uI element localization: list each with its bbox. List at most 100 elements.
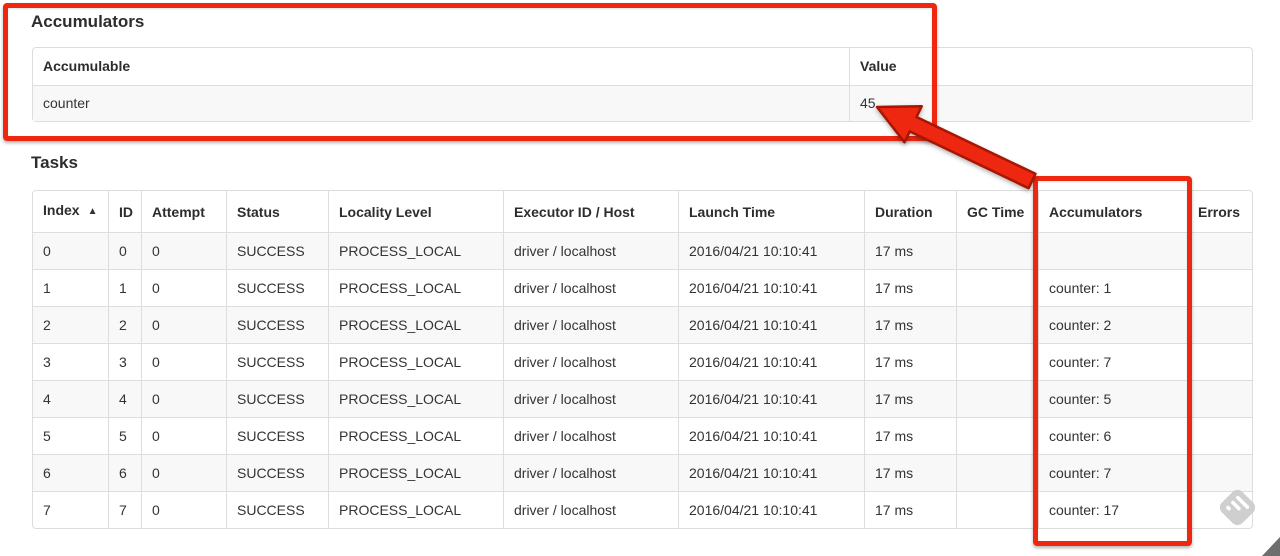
cell-errors (1187, 269, 1252, 306)
cell-index: 0 (33, 232, 108, 269)
cell-id: 3 (108, 343, 141, 380)
cell-gc-time (956, 232, 1038, 269)
cell-accumulators: counter: 7 (1038, 343, 1187, 380)
cell-launch-time: 2016/04/21 10:10:41 (678, 491, 864, 528)
cell-status: SUCCESS (226, 417, 328, 454)
cell-accumulators: counter: 6 (1038, 417, 1187, 454)
cell-duration: 17 ms (864, 269, 956, 306)
cell-locality-level: PROCESS_LOCAL (328, 269, 503, 306)
cell-executor-id-host: driver / localhost (503, 454, 678, 491)
cell-executor-id-host: driver / localhost (503, 343, 678, 380)
column-header-value[interactable]: Value (849, 48, 1252, 85)
cell-duration: 17 ms (864, 380, 956, 417)
cell-index: 2 (33, 306, 108, 343)
cell-gc-time (956, 380, 1038, 417)
cell-accumulators: counter: 1 (1038, 269, 1187, 306)
column-header-accumulable[interactable]: Accumulable (33, 48, 849, 85)
cell-errors (1187, 232, 1252, 269)
cell-gc-time (956, 306, 1038, 343)
cell-locality-level: PROCESS_LOCAL (328, 306, 503, 343)
cell-launch-time: 2016/04/21 10:10:41 (678, 306, 864, 343)
column-header-index[interactable]: Index ▲ (33, 191, 108, 232)
cell-errors (1187, 306, 1252, 343)
cell-duration: 17 ms (864, 343, 956, 380)
cell-duration: 17 ms (864, 454, 956, 491)
cell-errors (1187, 491, 1252, 528)
column-header-executor-id-host[interactable]: Executor ID / Host (503, 191, 678, 232)
task-row: 1 1 0 SUCCESS PROCESS_LOCAL driver / loc… (33, 269, 1252, 306)
cell-locality-level: PROCESS_LOCAL (328, 491, 503, 528)
cell-accumulable: counter (33, 85, 849, 121)
column-header-errors[interactable]: Errors (1187, 191, 1252, 232)
cell-launch-time: 2016/04/21 10:10:41 (678, 380, 864, 417)
cell-gc-time (956, 454, 1038, 491)
cell-attempt: 0 (141, 269, 226, 306)
cell-errors (1187, 417, 1252, 454)
cell-locality-level: PROCESS_LOCAL (328, 232, 503, 269)
cell-attempt: 0 (141, 380, 226, 417)
cell-index: 4 (33, 380, 108, 417)
cell-executor-id-host: driver / localhost (503, 491, 678, 528)
accumulator-row: counter 45 (33, 85, 1252, 121)
task-row: 4 4 0 SUCCESS PROCESS_LOCAL driver / loc… (33, 380, 1252, 417)
accumulators-table: Accumulable Value counter 45 (32, 47, 1253, 122)
cell-executor-id-host: driver / localhost (503, 417, 678, 454)
sort-ascending-icon: ▲ (87, 206, 98, 217)
column-header-launch-time[interactable]: Launch Time (678, 191, 864, 232)
tasks-table: Index ▲ ID Attempt Status Locality Level … (32, 190, 1253, 529)
column-header-status[interactable]: Status (226, 191, 328, 232)
cell-duration: 17 ms (864, 491, 956, 528)
cell-duration: 17 ms (864, 306, 956, 343)
task-row: 0 0 0 SUCCESS PROCESS_LOCAL driver / loc… (33, 232, 1252, 269)
column-header-locality-level[interactable]: Locality Level (328, 191, 503, 232)
task-row: 7 7 0 SUCCESS PROCESS_LOCAL driver / loc… (33, 491, 1252, 528)
cell-index: 5 (33, 417, 108, 454)
cell-status: SUCCESS (226, 491, 328, 528)
cell-id: 0 (108, 232, 141, 269)
column-header-id[interactable]: ID (108, 191, 141, 232)
cell-errors (1187, 454, 1252, 491)
cell-id: 4 (108, 380, 141, 417)
task-row: 5 5 0 SUCCESS PROCESS_LOCAL driver / loc… (33, 417, 1252, 454)
cell-attempt: 0 (141, 343, 226, 380)
cell-status: SUCCESS (226, 343, 328, 380)
accumulators-section-title: Accumulators (31, 12, 145, 31)
cell-duration: 17 ms (864, 417, 956, 454)
cell-executor-id-host: driver / localhost (503, 380, 678, 417)
cell-accumulators: counter: 7 (1038, 454, 1187, 491)
cell-status: SUCCESS (226, 380, 328, 417)
cell-locality-level: PROCESS_LOCAL (328, 417, 503, 454)
cell-launch-time: 2016/04/21 10:10:41 (678, 232, 864, 269)
cell-status: SUCCESS (226, 269, 328, 306)
cell-locality-level: PROCESS_LOCAL (328, 454, 503, 491)
cell-attempt: 0 (141, 306, 226, 343)
tasks-header-row: Index ▲ ID Attempt Status Locality Level … (33, 191, 1252, 232)
cell-launch-time: 2016/04/21 10:10:41 (678, 343, 864, 380)
cell-errors (1187, 380, 1252, 417)
column-header-gc-time[interactable]: GC Time (956, 191, 1038, 232)
cell-executor-id-host: driver / localhost (503, 269, 678, 306)
cell-executor-id-host: driver / localhost (503, 232, 678, 269)
cell-launch-time: 2016/04/21 10:10:41 (678, 417, 864, 454)
column-header-attempt[interactable]: Attempt (141, 191, 226, 232)
cell-index: 7 (33, 491, 108, 528)
cell-accumulators: counter: 17 (1038, 491, 1187, 528)
spark-stage-detail-page: Accumulators Accumulable Value counter 4… (0, 0, 1280, 556)
cell-gc-time (956, 491, 1038, 528)
cursor-corner-icon (1262, 537, 1280, 556)
column-header-duration[interactable]: Duration (864, 191, 956, 232)
cell-attempt: 0 (141, 491, 226, 528)
cell-executor-id-host: driver / localhost (503, 306, 678, 343)
cell-accumulators: counter: 5 (1038, 380, 1187, 417)
cell-attempt: 0 (141, 417, 226, 454)
cell-gc-time (956, 417, 1038, 454)
cell-launch-time: 2016/04/21 10:10:41 (678, 454, 864, 491)
cell-status: SUCCESS (226, 232, 328, 269)
cell-launch-time: 2016/04/21 10:10:41 (678, 269, 864, 306)
cell-duration: 17 ms (864, 232, 956, 269)
cell-locality-level: PROCESS_LOCAL (328, 343, 503, 380)
cell-id: 1 (108, 269, 141, 306)
cell-accumulators (1038, 232, 1187, 269)
cell-errors (1187, 343, 1252, 380)
column-header-accumulators[interactable]: Accumulators (1038, 191, 1187, 232)
